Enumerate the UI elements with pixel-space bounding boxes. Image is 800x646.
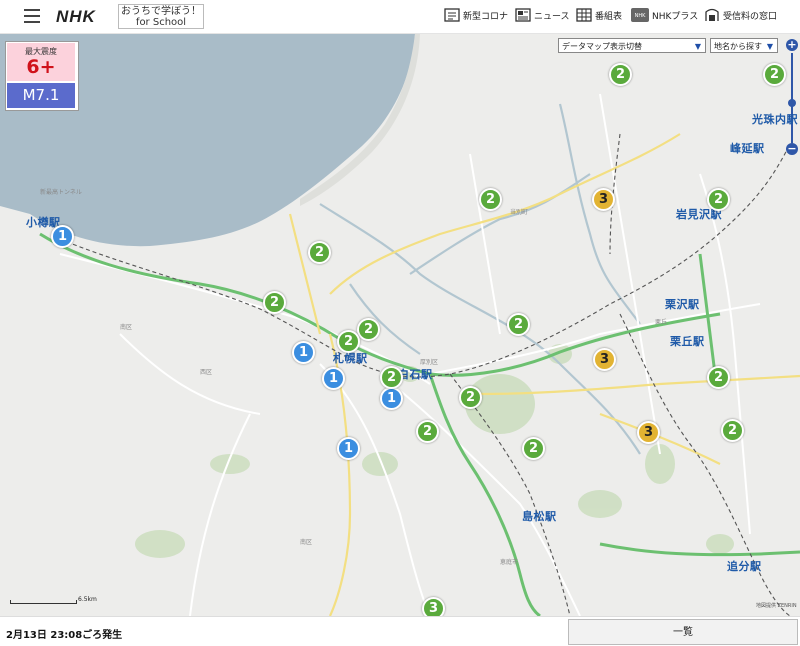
intensity-marker[interactable]: 2: [380, 366, 403, 389]
nav-corona[interactable]: 新型コロナ: [444, 8, 508, 22]
intensity-marker[interactable]: 2: [707, 366, 730, 389]
nav-news-label: ニュース: [534, 11, 570, 22]
place-label: 峰延駅: [730, 142, 765, 155]
intensity-marker[interactable]: 2: [416, 420, 439, 443]
scale-bar-label: 6.5km: [78, 596, 97, 603]
svg-text:南区: 南区: [300, 538, 312, 546]
nav-schedule[interactable]: 番組表: [576, 8, 622, 22]
intensity-marker[interactable]: 2: [357, 318, 380, 341]
max-intensity: 最大震度 6+: [7, 43, 75, 81]
scale-bar-line: [10, 600, 77, 604]
max-intensity-value: 6+: [26, 56, 56, 78]
nav-schedule-label: 番組表: [595, 11, 623, 22]
intensity-marker[interactable]: 1: [337, 437, 360, 460]
seismic-map[interactable]: 新最高トンネル 南区 西区 厚別区 当別町 栗丘 恵庭市 南区 最大震度 6+ …: [0, 34, 800, 616]
data-map-select[interactable]: データマップ表示切替 ▼: [558, 38, 706, 53]
footer: 2月13日 23:08ごろ発生 一覧: [0, 616, 800, 646]
intensity-marker[interactable]: 3: [422, 597, 445, 616]
intensity-marker[interactable]: 2: [308, 241, 331, 264]
intensity-marker[interactable]: 1: [51, 225, 74, 248]
intensity-marker[interactable]: 2: [721, 419, 744, 442]
nhkplus-icon: NHK: [631, 8, 649, 22]
nav-news[interactable]: ニュース: [515, 8, 570, 22]
intensity-marker[interactable]: 2: [522, 437, 545, 460]
svg-text:西区: 西区: [200, 369, 212, 376]
map-base: 新最高トンネル 南区 西区 厚別区 当別町 栗丘 恵庭市 南区: [0, 34, 800, 616]
nav-corona-label: 新型コロナ: [463, 11, 509, 22]
svg-text:恵庭市: 恵庭市: [500, 558, 518, 566]
zoom-slider-handle[interactable]: [788, 99, 796, 107]
intensity-marker[interactable]: 2: [337, 330, 360, 353]
svg-text:当別町: 当別町: [510, 208, 528, 216]
intensity-marker[interactable]: 2: [763, 63, 786, 86]
intensity-marker[interactable]: 1: [292, 341, 315, 364]
news-icon: [515, 8, 531, 22]
place-label: 白石駅: [398, 368, 433, 381]
nav-fee[interactable]: 受信料の窓口: [704, 8, 777, 22]
svg-text:厚別区: 厚別区: [420, 358, 438, 366]
svg-text:新最高トンネル: 新最高トンネル: [40, 188, 82, 196]
nhk-logo[interactable]: NHK: [56, 7, 96, 27]
intensity-marker[interactable]: 3: [592, 188, 615, 211]
fee-window-icon: [705, 8, 719, 21]
corona-icon: [444, 8, 460, 22]
school-link-line2: for School: [135, 17, 187, 28]
intensity-marker[interactable]: 2: [507, 313, 530, 336]
svg-text:南区: 南区: [120, 323, 132, 331]
map-attribution: 地図提供 ZENRIN: [756, 603, 797, 609]
intensity-marker[interactable]: 2: [707, 188, 730, 211]
svg-text:栗丘: 栗丘: [655, 319, 667, 326]
zoom-track[interactable]: [791, 53, 793, 143]
max-intensity-panel: 最大震度 6+ M7.1: [5, 41, 79, 111]
intensity-marker[interactable]: 2: [263, 291, 286, 314]
place-label: 光珠内駅: [752, 113, 798, 126]
place-search-select-label: 地名から探す: [714, 42, 762, 51]
place-label: 栗丘駅: [670, 335, 705, 348]
school-link-line1: おうちで学ぼう！: [121, 6, 201, 17]
intensity-marker[interactable]: 3: [637, 421, 660, 444]
place-search-select[interactable]: 地名から探す ▼: [710, 38, 778, 53]
chevron-down-icon: ▼: [694, 42, 701, 51]
intensity-marker[interactable]: 2: [479, 188, 502, 211]
place-label: 追分駅: [727, 560, 762, 573]
occurrence-time: 2月13日 23:08ごろ発生: [6, 630, 123, 641]
intensity-marker[interactable]: 1: [380, 387, 403, 410]
list-button[interactable]: 一覧: [568, 619, 798, 645]
nav-nhkplus-label: NHKプラス: [652, 11, 699, 22]
intensity-marker[interactable]: 2: [609, 63, 632, 86]
max-intensity-label: 最大震度: [25, 47, 57, 56]
svg-text:NHK: NHK: [635, 13, 647, 19]
zoom-out-button[interactable]: −: [786, 143, 798, 155]
magnitude-value: M7.1: [7, 83, 75, 108]
school-link[interactable]: おうちで学ぼう！ for School: [118, 4, 204, 29]
header: NHK おうちで学ぼう！ for School 新型コロナ ニュース 番組表 N…: [0, 0, 800, 34]
place-label: 栗沢駅: [665, 298, 700, 311]
zoom-in-button[interactable]: +: [786, 39, 798, 51]
nav-fee-label: 受信料の窓口: [723, 11, 778, 22]
intensity-marker[interactable]: 2: [459, 386, 482, 409]
intensity-marker[interactable]: 1: [322, 367, 345, 390]
nav-nhkplus[interactable]: NHK NHKプラス: [631, 8, 698, 22]
schedule-icon: [576, 8, 592, 22]
menu-icon[interactable]: [24, 9, 40, 23]
data-map-select-label: データマップ表示切替: [562, 42, 642, 51]
intensity-marker[interactable]: 3: [593, 348, 616, 371]
chevron-down-icon: ▼: [766, 42, 773, 51]
zoom-control: + −: [786, 39, 798, 159]
place-label: 島松駅: [522, 510, 557, 523]
